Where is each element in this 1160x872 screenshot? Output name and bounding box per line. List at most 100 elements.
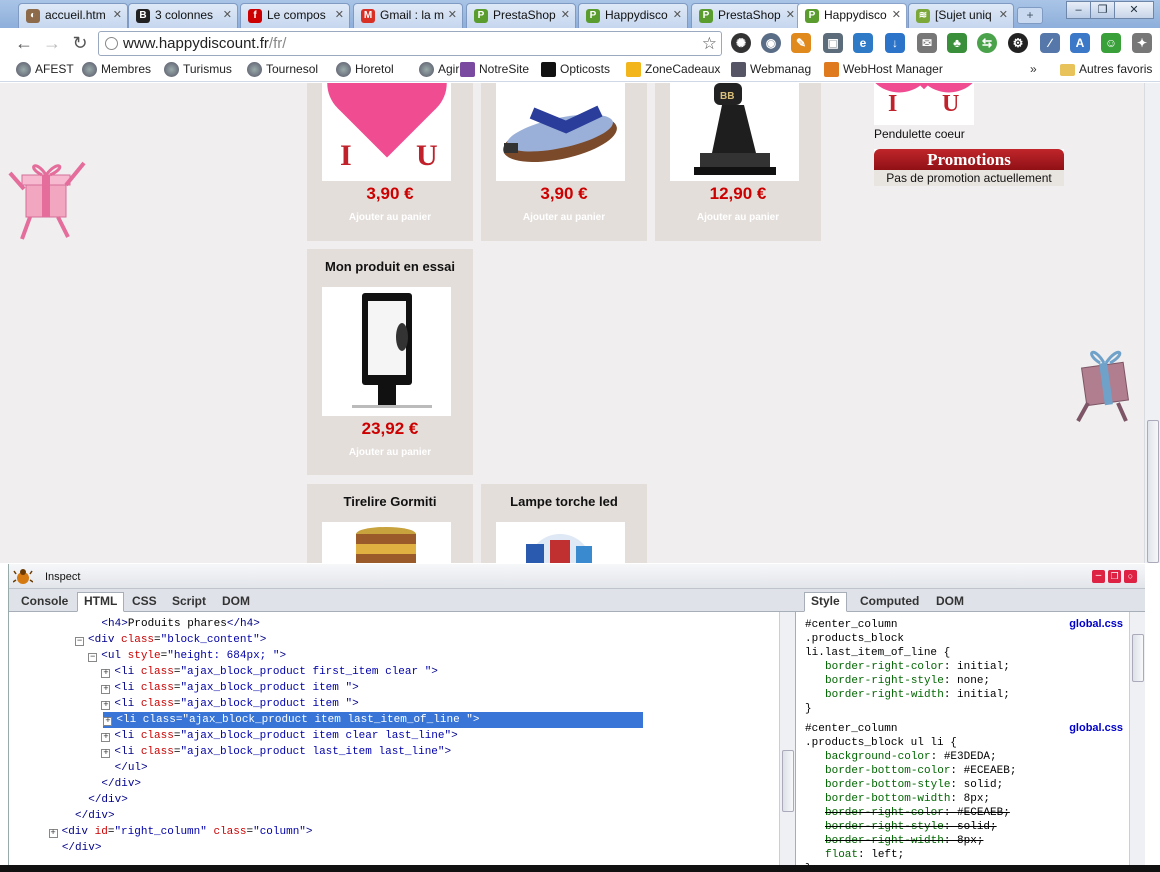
tab-side-dom[interactable]: DOM bbox=[930, 593, 970, 609]
close-tab-icon[interactable]: ✕ bbox=[561, 8, 570, 21]
robot-extension-icon[interactable]: ☺ bbox=[1101, 33, 1121, 53]
css-property[interactable]: border-right-style: solid; bbox=[825, 820, 997, 834]
bookmark-item[interactable]: Tournesol bbox=[247, 62, 318, 77]
mail-extension-icon[interactable]: ✉ bbox=[917, 33, 937, 53]
html-tree-pane[interactable]: <h4>Produits phares</h4> − <div class="bl… bbox=[9, 612, 796, 865]
add-to-cart-button[interactable]: Ajouter au panier bbox=[307, 212, 473, 223]
bookmark-item[interactable]: Agir bbox=[419, 62, 459, 77]
css-property[interactable]: border-right-width: 8px; bbox=[825, 834, 983, 848]
browser-tab[interactable]: P Happydisco ✕ bbox=[797, 3, 907, 29]
inspect-button[interactable]: Inspect bbox=[45, 571, 80, 583]
firebug-minimize-icon[interactable]: – bbox=[1092, 570, 1105, 583]
html-node[interactable]: </div> bbox=[9, 808, 115, 824]
expand-node-icon[interactable]: + bbox=[48, 829, 58, 838]
browser-tab[interactable]: P PrestaShop ✕ bbox=[691, 3, 801, 28]
css-source-link[interactable]: global.css bbox=[1069, 722, 1123, 734]
browser-tab[interactable]: f Le compos ✕ bbox=[240, 3, 350, 28]
css-property[interactable]: background-color: #E3DEDA; bbox=[825, 750, 997, 764]
product-image[interactable] bbox=[322, 287, 451, 416]
css-property[interactable]: border-bottom-width: 8px; bbox=[825, 792, 990, 806]
forward-icon[interactable]: → bbox=[42, 33, 62, 53]
collapse-node-icon[interactable]: − bbox=[75, 637, 85, 646]
add-to-cart-button[interactable]: Ajouter au panier bbox=[481, 212, 647, 223]
translate-extension-icon[interactable]: A bbox=[1070, 33, 1090, 53]
bookmark-item[interactable]: ZoneCadeaux bbox=[626, 62, 720, 77]
wrench-icon[interactable]: ✦ bbox=[1132, 33, 1152, 53]
html-node[interactable]: </div> bbox=[9, 776, 141, 792]
globe-extension-icon[interactable]: ◉ bbox=[761, 33, 781, 53]
firebug-bug-icon[interactable] bbox=[13, 567, 33, 585]
bookmarks-overflow-icon[interactable]: » bbox=[1030, 62, 1037, 76]
feather-extension-icon[interactable]: ∕ bbox=[1040, 33, 1060, 53]
page-scrollbar[interactable] bbox=[1144, 83, 1160, 563]
evernote-extension-icon[interactable]: ♣ bbox=[947, 33, 967, 53]
reload-icon[interactable]: ↻ bbox=[70, 33, 90, 53]
bookmark-item[interactable]: WebHost Manager bbox=[824, 62, 943, 77]
product-image[interactable]: I U bbox=[322, 83, 451, 181]
close-tab-icon[interactable]: ✕ bbox=[113, 8, 122, 21]
html-node[interactable]: + <li class="ajax_block_product first_ite… bbox=[9, 664, 438, 680]
css-source-link[interactable]: global.css bbox=[1069, 618, 1123, 630]
close-tab-icon[interactable]: ✕ bbox=[335, 8, 344, 21]
pendulette-link[interactable]: Pendulette coeur bbox=[874, 127, 965, 141]
new-tab-button[interactable]: + bbox=[1017, 7, 1043, 24]
settings-extension-icon[interactable]: ⚙ bbox=[1008, 33, 1028, 53]
star-icon[interactable]: ☆ bbox=[702, 32, 717, 55]
product-title[interactable]: Mon produit en essai bbox=[307, 259, 473, 274]
html-pane-scrollbar[interactable] bbox=[779, 612, 795, 865]
css-property[interactable]: border-bottom-color: #ECEAEB; bbox=[825, 764, 1016, 778]
close-tab-icon[interactable]: ✕ bbox=[448, 8, 457, 21]
css-property[interactable]: border-right-style: none; bbox=[825, 674, 990, 688]
other-bookmarks-folder[interactable]: Autres favoris bbox=[1060, 62, 1152, 76]
product-image[interactable] bbox=[322, 522, 451, 563]
tab-script[interactable]: Script bbox=[166, 593, 212, 609]
expand-node-icon[interactable]: + bbox=[101, 733, 111, 742]
bookmark-item[interactable]: Turismus bbox=[164, 62, 232, 77]
expand-node-icon[interactable]: + bbox=[101, 685, 111, 694]
firebug-close-icon[interactable]: ○ bbox=[1124, 570, 1137, 583]
css-rules-pane[interactable]: global.css #center_column .products_block l… bbox=[799, 612, 1129, 865]
css-property[interactable]: border-right-color: initial; bbox=[825, 660, 1010, 674]
product-image[interactable]: BB bbox=[670, 83, 799, 181]
browser-tab[interactable]: M Gmail : la m ✕ bbox=[353, 3, 463, 28]
tab-computed[interactable]: Computed bbox=[854, 593, 925, 609]
add-to-cart-button[interactable]: Ajouter au panier bbox=[307, 447, 473, 458]
html-scrollbar-thumb[interactable] bbox=[782, 750, 794, 812]
html-node[interactable]: + <li class="ajax_block_product item clea… bbox=[9, 728, 458, 744]
page-scrollbar-thumb[interactable] bbox=[1147, 420, 1159, 563]
expand-node-icon[interactable]: + bbox=[101, 749, 111, 758]
html-node[interactable]: − <ul style="height: 684px; "> bbox=[9, 648, 286, 664]
product-title[interactable]: Lampe torche led bbox=[481, 494, 647, 509]
html-node[interactable]: </div> bbox=[9, 792, 128, 808]
html-node[interactable]: + <div id="right_column" class="column"> bbox=[9, 824, 313, 840]
browser-tab[interactable]: P Happydisco ✕ bbox=[578, 3, 688, 28]
sync-extension-icon[interactable]: ⇆ bbox=[977, 33, 997, 53]
html-node[interactable]: + <li class="ajax_block_product item "> bbox=[9, 680, 359, 696]
camera-extension-icon[interactable]: ▣ bbox=[823, 33, 843, 53]
firebug-detach-icon[interactable]: ❐ bbox=[1108, 570, 1121, 583]
bookmark-item[interactable]: Horetol bbox=[336, 62, 394, 77]
minimize-button[interactable]: – bbox=[1066, 1, 1091, 19]
expand-node-icon[interactable]: + bbox=[101, 701, 111, 710]
expand-node-icon[interactable]: + bbox=[101, 669, 111, 678]
html-node[interactable]: <h4>Produits phares</h4> bbox=[9, 616, 259, 632]
tab-html[interactable]: HTML bbox=[77, 592, 125, 612]
product-image[interactable] bbox=[496, 522, 625, 563]
download-extension-icon[interactable]: ↓ bbox=[885, 33, 905, 53]
close-tab-icon[interactable]: ✕ bbox=[786, 8, 795, 21]
html-node[interactable]: − <div class="block_content"> bbox=[9, 632, 266, 648]
tab-css[interactable]: CSS bbox=[126, 593, 163, 609]
pencil-extension-icon[interactable]: ✎ bbox=[791, 33, 811, 53]
browser-tab[interactable]: B 3 colonnes ✕ bbox=[128, 3, 238, 28]
address-bar[interactable]: www.happydiscount.fr/fr/ ☆ bbox=[98, 31, 722, 56]
ie-extension-icon[interactable]: e bbox=[853, 33, 873, 53]
close-tab-icon[interactable]: ✕ bbox=[223, 8, 232, 21]
product-image[interactable] bbox=[496, 83, 625, 181]
product-title[interactable]: Tirelire Gormiti bbox=[307, 494, 473, 509]
close-tab-icon[interactable]: ✕ bbox=[673, 8, 682, 21]
gear-extension-icon[interactable]: ✺ bbox=[731, 33, 751, 53]
tab-style[interactable]: Style bbox=[804, 592, 847, 612]
bookmark-item[interactable]: AFEST bbox=[16, 62, 74, 77]
html-node[interactable]: </ul> bbox=[9, 760, 148, 776]
browser-tab[interactable]: P PrestaShop ✕ bbox=[466, 3, 576, 28]
